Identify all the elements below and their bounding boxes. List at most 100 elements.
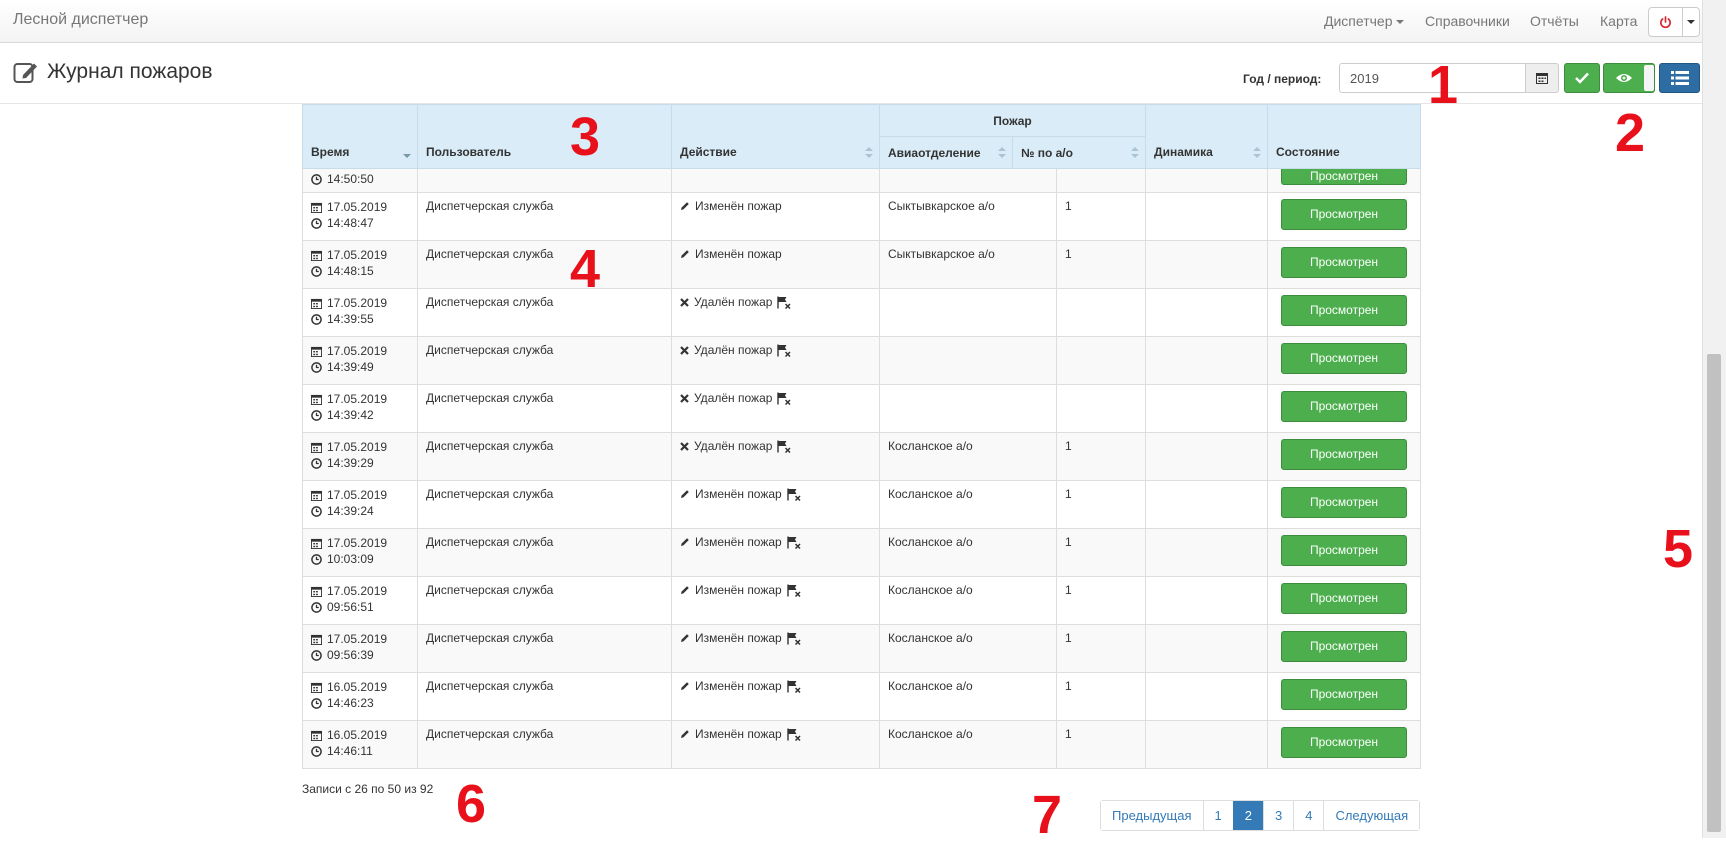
list-view-button[interactable] — [1659, 63, 1700, 93]
cell-action — [671, 168, 880, 193]
date-value: 17.05.2019 — [327, 488, 388, 502]
cell-dynamics — [1145, 336, 1269, 385]
time-value: 14:48:15 — [327, 264, 374, 278]
apply-button[interactable] — [1564, 63, 1600, 93]
pager-next[interactable]: Следующая — [1323, 801, 1420, 830]
annotation-7: 7 — [1032, 785, 1063, 845]
pager-page-4[interactable]: 4 — [1293, 801, 1324, 830]
cell-action: Удалён пожар — [671, 384, 880, 433]
pencil-icon — [681, 634, 689, 642]
cell-time: 17.05.2019 14:48:15 — [302, 240, 418, 289]
nav-reports[interactable]: Отчёты — [1530, 13, 1579, 29]
pager-prev[interactable]: Предыдущая — [1101, 801, 1203, 830]
view-toggle-button[interactable] — [1603, 63, 1655, 93]
cell-dynamics — [1145, 192, 1269, 241]
viewed-button[interactable]: Просмотрен — [1281, 487, 1408, 518]
date-value: 17.05.2019 — [327, 440, 388, 454]
date-value: 16.05.2019 — [327, 728, 388, 742]
cell-user: Диспетчерская служба — [417, 432, 672, 481]
viewed-button[interactable]: Просмотрен — [1281, 391, 1408, 422]
viewed-button[interactable]: Просмотрен — [1281, 199, 1408, 230]
cell-num: 1 — [1055, 432, 1147, 481]
cell-num: 1 — [1055, 624, 1147, 673]
time-value: 14:39:55 — [327, 312, 374, 326]
cell-dynamics — [1145, 720, 1269, 769]
viewed-button[interactable]: Просмотрен — [1281, 631, 1408, 662]
action-text: Изменён пожар — [695, 583, 782, 597]
pencil-icon — [681, 730, 689, 738]
col-num[interactable]: № по а/о — [1011, 136, 1147, 169]
viewed-button[interactable]: Просмотрен — [1281, 679, 1408, 710]
viewed-button[interactable]: Просмотрен — [1281, 727, 1408, 758]
cell-action: Изменён пожар — [671, 720, 880, 769]
pager-page-1[interactable]: 1 — [1202, 801, 1233, 830]
nav-directories[interactable]: Справочники — [1425, 13, 1510, 29]
time-value: 14:46:11 — [327, 744, 373, 758]
col-aviadept[interactable]: Авиаотделение — [879, 136, 1013, 169]
calendar-button[interactable] — [1525, 63, 1559, 93]
user-value: Диспетчерская служба — [426, 439, 554, 453]
clock-icon — [311, 697, 322, 709]
cell-num: 1 — [1055, 720, 1147, 769]
viewed-button[interactable]: Просмотрен — [1281, 295, 1408, 326]
cell-state: Просмотрен — [1267, 384, 1422, 433]
user-value: Диспетчерская служба — [426, 487, 554, 501]
date-value: 17.05.2019 — [327, 200, 388, 214]
pencil-icon — [681, 202, 689, 210]
cell-aviadept — [879, 168, 1057, 193]
cell-aviadept: Косланское а/о — [879, 432, 1057, 481]
col-time[interactable]: Время — [302, 104, 418, 169]
viewed-button[interactable]: Просмотрен — [1281, 247, 1408, 278]
cell-state: Просмотрен — [1267, 528, 1422, 577]
time-value: 14:39:42 — [327, 408, 374, 422]
date-value: 17.05.2019 — [327, 392, 388, 406]
scrollbar-thumb[interactable] — [1707, 354, 1721, 832]
col-dynamics[interactable]: Динамика — [1145, 104, 1269, 169]
cell-time: 14:50:50 — [302, 168, 418, 193]
nav-map[interactable]: Карта — [1600, 13, 1637, 29]
aviadept-value: Косланское а/о — [888, 535, 973, 549]
cell-action: Изменён пожар — [671, 240, 880, 289]
calendar-icon — [311, 346, 322, 357]
cell-user: Диспетчерская служба — [417, 720, 672, 769]
cell-time: 17.05.2019 09:56:51 — [302, 576, 418, 625]
toggle-knob — [1644, 65, 1654, 91]
time-value: 14:48:47 — [327, 216, 374, 230]
cell-time: 17.05.2019 14:48:47 — [302, 192, 418, 241]
viewed-button[interactable]: Просмотрен — [1281, 439, 1408, 470]
sort-icon — [1253, 147, 1262, 158]
pager-page-3[interactable]: 3 — [1262, 801, 1294, 830]
user-value: Диспетчерская служба — [426, 583, 554, 597]
viewed-button[interactable]: Просмотрен — [1281, 167, 1408, 185]
nav-dispatcher[interactable]: Диспетчер — [1324, 13, 1405, 29]
cell-action: Изменён пожар — [671, 480, 880, 529]
cell-num — [1055, 336, 1147, 385]
cell-action: Изменён пожар — [671, 192, 880, 241]
num-value: 1 — [1065, 199, 1072, 213]
cell-user: Диспетчерская служба — [417, 336, 672, 385]
pager-page-2[interactable]: 2 — [1232, 801, 1263, 830]
action-text: Удалён пожар — [694, 391, 773, 405]
power-menu — [1648, 7, 1700, 37]
cell-dynamics — [1145, 576, 1269, 625]
cell-dynamics — [1145, 288, 1269, 337]
viewed-button[interactable]: Просмотрен — [1281, 343, 1408, 374]
cell-action: Удалён пожар — [671, 336, 880, 385]
action-text: Изменён пожар — [695, 535, 782, 549]
user-value: Диспетчерская служба — [426, 631, 554, 645]
cell-user: Диспетчерская служба — [417, 672, 672, 721]
viewed-button[interactable]: Просмотрен — [1281, 583, 1408, 614]
sort-icon — [865, 147, 873, 158]
power-button[interactable] — [1649, 8, 1683, 36]
cell-dynamics — [1145, 624, 1269, 673]
user-value: Диспетчерская служба — [426, 295, 554, 309]
col-action[interactable]: Действие — [671, 104, 880, 169]
viewed-button[interactable]: Просмотрен — [1281, 535, 1408, 566]
brand[interactable]: Лесной диспетчер — [13, 11, 148, 29]
power-dropdown-toggle[interactable] — [1683, 8, 1699, 36]
cell-aviadept: Косланское а/о — [879, 528, 1057, 577]
list-icon — [1670, 71, 1689, 85]
num-value: 1 — [1065, 727, 1072, 741]
clock-icon — [311, 745, 322, 757]
table-row: 17.05.2019 14:48:47 Диспетчерская служба Из… — [302, 192, 1422, 241]
